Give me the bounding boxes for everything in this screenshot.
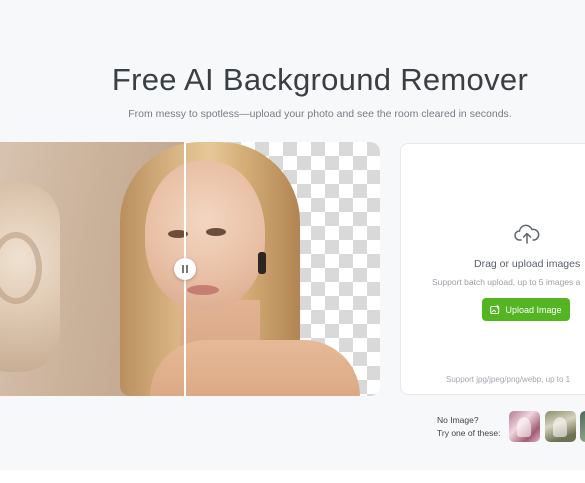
batch-upload-note: Support batch upload, up to 5 images a bbox=[432, 277, 581, 287]
no-image-prompt: No Image? bbox=[437, 415, 479, 425]
drag-upload-label: Drag or upload images bbox=[474, 258, 581, 270]
sample-image-1[interactable] bbox=[509, 411, 540, 442]
image-upload-icon bbox=[490, 304, 500, 314]
portrait-eye-right bbox=[206, 228, 226, 236]
sample-image-2[interactable] bbox=[545, 411, 576, 442]
comparison-slider-handle[interactable] bbox=[174, 258, 196, 280]
page: Free AI Background Remover From messy to… bbox=[0, 0, 585, 470]
upload-dropzone[interactable]: Drag or upload images Support batch uplo… bbox=[400, 143, 585, 395]
page-title: Free AI Background Remover bbox=[111, 62, 529, 97]
sculpture-decor bbox=[0, 182, 60, 372]
page-subtitle: From messy to spotless—upload your photo… bbox=[128, 108, 512, 120]
upload-image-button-label: Upload Image bbox=[505, 304, 562, 315]
pause-bars-icon bbox=[182, 265, 188, 273]
sample-image-3[interactable] bbox=[580, 411, 585, 442]
page-footer-band bbox=[0, 470, 585, 483]
cloud-upload-icon bbox=[514, 224, 540, 244]
upload-image-button[interactable]: Upload Image bbox=[482, 298, 570, 321]
supported-formats-note: Support jpg/jpeg/png/webp, up to 1 bbox=[446, 375, 571, 384]
portrait-earring bbox=[258, 252, 266, 274]
portrait-shoulders bbox=[150, 340, 360, 396]
try-samples-prompt: Try one of these: bbox=[437, 428, 501, 438]
portrait-lips bbox=[187, 285, 219, 295]
